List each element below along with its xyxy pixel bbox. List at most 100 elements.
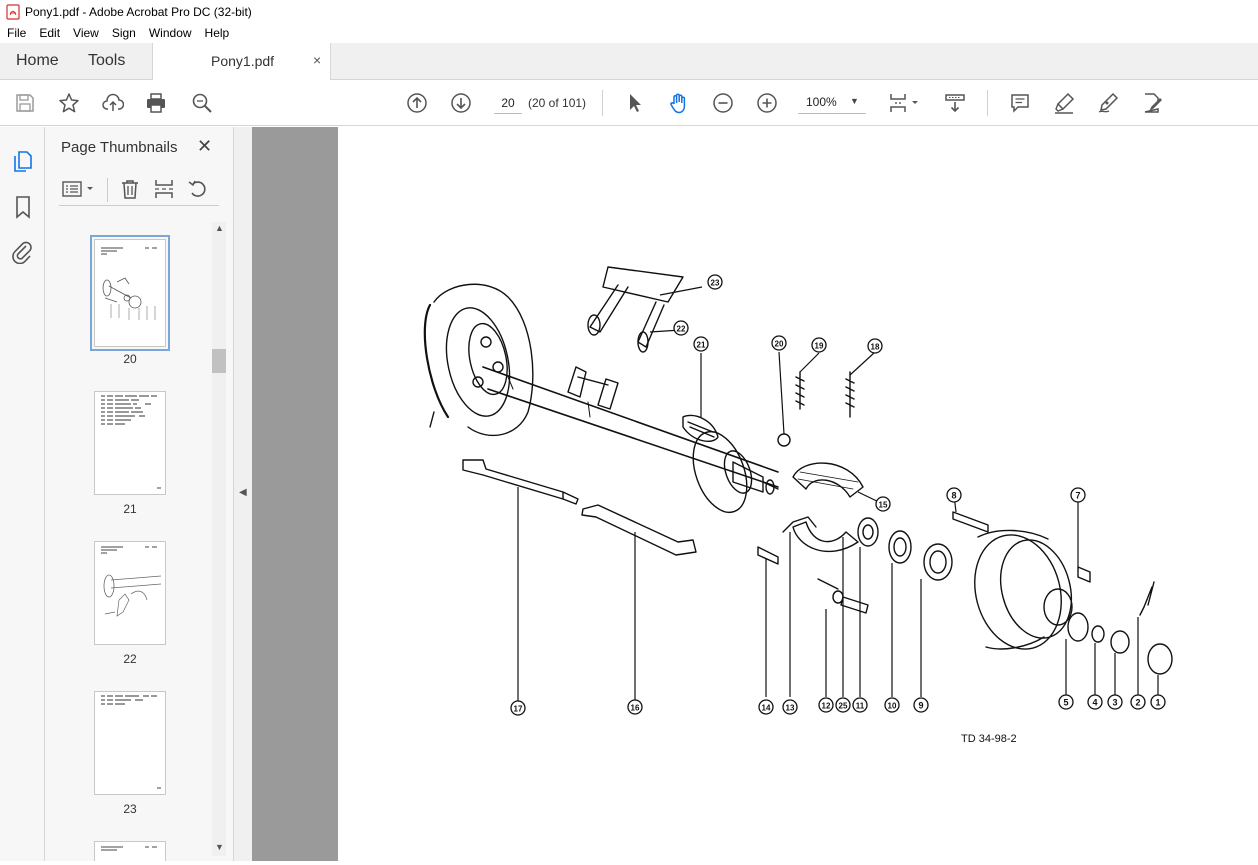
thumbnail-label: 20: [123, 352, 137, 366]
chevron-down-icon: ▼: [850, 96, 859, 106]
svg-text:21: 21: [697, 341, 706, 350]
callout-11: 11: [852, 697, 868, 713]
bookmark-icon[interactable]: [11, 195, 35, 219]
document-view[interactable]: 1 2 3 4 5 7 8 9 10 11 25 12 13 14 15 16 17 18 19 20 21 22 23 T…: [252, 127, 1258, 861]
callout-21: 21: [693, 336, 709, 352]
panel-title: Page Thumbnails: [61, 139, 178, 156]
panel-collapse-handle[interactable]: ◀: [233, 127, 252, 861]
tab-home[interactable]: Home: [16, 43, 59, 79]
attachment-icon[interactable]: [11, 240, 35, 264]
menu-help[interactable]: Help: [198, 26, 236, 40]
zoom-in-icon[interactable]: [755, 91, 779, 115]
svg-text:25: 25: [839, 702, 848, 711]
panel-scrollbar[interactable]: ▲ ▼: [212, 222, 226, 856]
tab-close-icon[interactable]: ×: [313, 52, 321, 68]
upload-cloud-icon[interactable]: [101, 91, 125, 115]
callout-19: 19: [811, 337, 827, 353]
menu-view[interactable]: View: [66, 26, 105, 40]
callout-4: 4: [1087, 694, 1103, 710]
callout-25: 25: [835, 697, 851, 713]
thumbnail-page-20[interactable]: [90, 235, 170, 351]
menu-window[interactable]: Window: [142, 26, 198, 40]
collapse-left-icon: ◀: [239, 487, 247, 498]
callout-16: 16: [627, 699, 643, 715]
svg-text:15: 15: [879, 501, 888, 510]
callout-23: 23: [707, 274, 723, 290]
callout-3: 3: [1107, 694, 1123, 710]
callout-12: 12: [818, 697, 834, 713]
search-zoom-icon[interactable]: [190, 91, 214, 115]
rotate-icon[interactable]: [187, 178, 209, 200]
page-thumbnails-icon[interactable]: [11, 148, 35, 172]
scroll-up-icon[interactable]: ▲: [215, 223, 224, 233]
hand-tool-icon[interactable]: [667, 91, 691, 115]
page-up-icon[interactable]: [405, 91, 429, 115]
svg-text:18: 18: [871, 343, 880, 352]
fill-sign-icon[interactable]: [1096, 91, 1120, 115]
thumbnail-page-24[interactable]: [94, 841, 166, 861]
pdf-page: 1 2 3 4 5 7 8 9 10 11 25 12 13 14 15 16 17 18 19 20 21 22 23 T…: [338, 127, 1258, 861]
page-number-input[interactable]: [494, 92, 522, 114]
highlight-icon[interactable]: [1052, 91, 1076, 115]
svg-text:12: 12: [822, 702, 831, 711]
edit-pdf-icon[interactable]: [1140, 91, 1164, 115]
comment-icon[interactable]: [1008, 91, 1032, 115]
thumbnail-label: 21: [123, 502, 137, 516]
callout-13: 13: [782, 699, 798, 715]
svg-text:5: 5: [1063, 698, 1068, 708]
svg-text:1: 1: [1155, 698, 1160, 708]
zoom-dropdown[interactable]: 100% ▼: [798, 92, 866, 114]
print-icon[interactable]: [144, 91, 168, 115]
thumbnail-label: 22: [123, 652, 137, 666]
star-icon[interactable]: [57, 91, 81, 115]
callout-17: 17: [510, 700, 526, 716]
tab-tools[interactable]: Tools: [88, 43, 125, 79]
delete-trash-icon[interactable]: [119, 178, 141, 200]
tab-document[interactable]: Pony1.pdf ×: [152, 43, 331, 80]
acrobat-app-icon: [6, 3, 20, 20]
thumbnail-page-22[interactable]: [94, 541, 166, 645]
thumbnail-label: 23: [123, 802, 137, 816]
callout-15: 15: [875, 496, 891, 512]
tab-bar: Home Tools Pony1.pdf ×: [0, 43, 1258, 80]
callout-10: 10: [884, 697, 900, 713]
thumbnail-page-21[interactable]: [94, 391, 166, 495]
drawing-code: TD 34-98-2: [961, 733, 1017, 745]
page-down-icon[interactable]: [449, 91, 473, 115]
svg-text:4: 4: [1092, 698, 1097, 708]
callout-7: 7: [1070, 487, 1086, 503]
svg-text:19: 19: [815, 342, 824, 351]
zoom-out-icon[interactable]: [711, 91, 735, 115]
callout-20: 20: [771, 335, 787, 351]
svg-text:20: 20: [775, 340, 784, 349]
svg-text:9: 9: [918, 701, 923, 711]
exploded-parts-drawing: 12345789101125121314151617181920212223: [423, 266, 1173, 716]
menu-edit[interactable]: Edit: [32, 26, 66, 40]
thumbnail-preview: [101, 395, 161, 489]
panel-close-icon[interactable]: ✕: [197, 136, 212, 157]
menu-file[interactable]: File: [0, 26, 32, 40]
svg-text:2: 2: [1135, 698, 1140, 708]
svg-text:11: 11: [856, 702, 865, 711]
svg-text:10: 10: [888, 702, 897, 711]
save-icon[interactable]: [13, 91, 37, 115]
scroll-down-icon[interactable]: ▼: [215, 842, 224, 852]
menu-sign[interactable]: Sign: [105, 26, 142, 40]
left-rail: [0, 127, 45, 861]
callout-5: 5: [1058, 694, 1074, 710]
options-menu-icon[interactable]: [61, 179, 97, 199]
select-arrow-icon[interactable]: [623, 91, 647, 115]
callout-2: 2: [1130, 694, 1146, 710]
title-bar: Pony1.pdf - Adobe Acrobat Pro DC (32-bit…: [0, 0, 1258, 23]
page-display-icon[interactable]: [887, 91, 921, 115]
callout-9: 9: [913, 697, 929, 713]
thumbnail-preview: [101, 846, 157, 851]
scroll-mode-icon[interactable]: [943, 91, 967, 115]
thumbnail-page-23[interactable]: [94, 691, 166, 795]
thumbnail-preview: [101, 695, 161, 789]
callout-1: 1: [1150, 694, 1166, 710]
zoom-value: 100%: [806, 95, 837, 109]
insert-page-icon[interactable]: [153, 178, 175, 200]
panel-scrollbar-thumb[interactable]: [212, 349, 226, 373]
tab-document-label: Pony1.pdf: [211, 53, 275, 69]
